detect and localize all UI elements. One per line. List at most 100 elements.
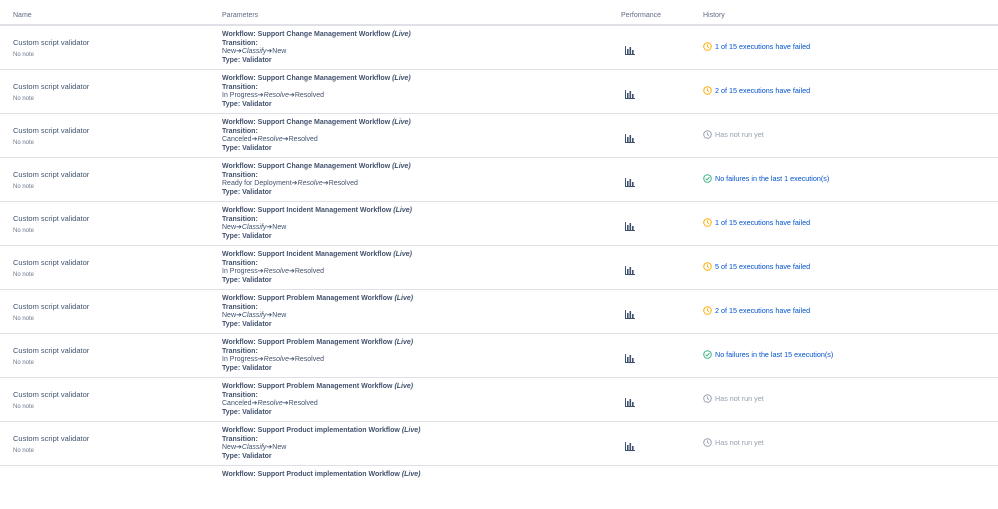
live-tag: (Live) [393, 251, 412, 258]
column-header-parameters: Parameters [222, 12, 259, 19]
rule-name: Custom script validator [13, 434, 90, 443]
live-tag: (Live) [394, 383, 414, 390]
transition-from: New [222, 48, 237, 56]
transition-path: Ready for Deployment➔Resolve➔Resolved [222, 180, 411, 189]
table-row: Custom script validator No note Workflow: … [0, 158, 998, 202]
rule-note: No note [13, 404, 35, 410]
history-text[interactable]: 1 of 15 executions have failed [715, 42, 810, 51]
transition-from: Ready for Deployment [222, 180, 292, 188]
transition-from: In Progress [222, 268, 258, 276]
history-text: Has not run yet [715, 130, 764, 139]
table-row: Custom script validator No note Workflow: … [0, 290, 998, 334]
rule-type: Type: Validator [222, 320, 272, 328]
history-status[interactable]: No failures in the last 15 execution(s) [703, 350, 833, 359]
table-row: Custom script validator No note Workflow: … [0, 422, 998, 466]
column-header-name[interactable]: Name [13, 12, 32, 19]
history-text: Has not run yet [715, 438, 764, 447]
history-text[interactable]: 5 of 15 executions have failed [715, 262, 810, 271]
transition-action: Resolve [263, 268, 289, 276]
live-tag: (Live) [401, 427, 421, 434]
live-tag: (Live) [394, 339, 414, 346]
rule-name: Custom script validator [13, 390, 90, 399]
column-header-history: History [703, 12, 725, 19]
rule-type: Type: Validator [222, 452, 272, 460]
history-status[interactable]: 5 of 15 executions have failed [703, 262, 810, 271]
parameters-cell: Workflow: Support Change Management Work… [222, 119, 411, 153]
table-header: Name Parameters Performance History [0, 0, 998, 26]
live-tag: (Live) [393, 207, 412, 214]
clock-icon [703, 394, 712, 403]
history-status[interactable]: No failures in the last 1 execution(s) [703, 174, 829, 183]
history-text[interactable]: No failures in the last 1 execution(s) [715, 174, 829, 183]
table-row: Custom script validator No note Workflow: … [0, 246, 998, 290]
rule-name: Custom script validator [13, 258, 90, 267]
transition-to: New [272, 444, 287, 452]
parameters-cell: Workflow: Support Problem Management Wor… [222, 295, 413, 329]
table-row-partial: Workflow: Support Product implementation… [0, 466, 998, 509]
table-row: Custom script validator No note Workflow: … [0, 378, 998, 422]
rule-note: No note [13, 360, 35, 366]
transition-label: Transition: [222, 391, 258, 399]
history-text[interactable]: 2 of 15 executions have failed [715, 306, 810, 315]
performance-chart-icon[interactable] [625, 394, 635, 407]
rule-note: No note [13, 228, 35, 234]
parameters-cell: Workflow: Support Problem Management Wor… [222, 339, 413, 373]
history-status[interactable]: 1 of 15 executions have failed [703, 42, 810, 51]
history-status[interactable]: 2 of 15 executions have failed [703, 306, 810, 315]
history-status[interactable]: 2 of 15 executions have failed [703, 86, 810, 95]
clock-warning-icon [703, 42, 712, 51]
rule-name: Custom script validator [13, 82, 90, 91]
workflow-name: Workflow: Support Change Management Work… [222, 119, 411, 126]
rule-note: No note [13, 140, 35, 146]
parameters-cell: Workflow: Support Incident Management Wo… [222, 207, 412, 241]
column-header-performance: Performance [621, 12, 662, 19]
transition-to: Resolved [294, 268, 325, 276]
workflow-name: Workflow: Support Incident Management Wo… [222, 251, 412, 258]
performance-chart-icon[interactable] [625, 86, 635, 99]
table-row: Custom script validator No note Workflow: … [0, 114, 998, 158]
transition-path: Canceled➔Resolve➔Resolved [222, 400, 413, 409]
performance-chart-icon[interactable] [625, 42, 635, 55]
rule-name: Custom script validator [13, 302, 90, 311]
history-status[interactable]: 1 of 15 executions have failed [703, 218, 810, 227]
transition-path: New➔Classify➔New [222, 312, 413, 321]
table-row: Custom script validator No note Workflow: … [0, 334, 998, 378]
performance-chart-icon[interactable] [625, 262, 635, 275]
transition-label: Transition: [222, 259, 258, 267]
transition-action: Resolve [263, 92, 289, 100]
transition-label: Transition: [222, 303, 258, 311]
performance-chart-icon[interactable] [625, 438, 635, 451]
history-text[interactable]: 2 of 15 executions have failed [715, 86, 810, 95]
performance-chart-icon[interactable] [625, 218, 635, 231]
transition-to: Resolved [288, 136, 318, 144]
performance-chart-icon[interactable] [625, 174, 635, 187]
transition-path: In Progress➔Resolve➔Resolved [222, 356, 413, 365]
transition-action: Resolve [257, 136, 283, 144]
table-row: Custom script validator No note Workflow: … [0, 70, 998, 114]
transition-to: New [272, 224, 287, 232]
performance-chart-icon[interactable] [625, 306, 635, 319]
performance-chart-icon[interactable] [625, 130, 635, 143]
rule-type: Type: Validator [222, 364, 272, 372]
transition-from: New [222, 224, 237, 232]
transition-label: Transition: [222, 215, 258, 223]
check-circle-icon [703, 174, 712, 183]
workflow-name: Workflow: Support Change Management Work… [222, 31, 411, 38]
workflow-name: Workflow: Support Change Management Work… [222, 75, 411, 82]
transition-path: New➔Classify➔New [222, 48, 411, 57]
rule-type: Type: Validator [222, 188, 272, 196]
rule-name: Custom script validator [13, 346, 90, 355]
validators-table: Name Parameters Performance History Cust… [0, 0, 998, 509]
rule-note: No note [13, 316, 35, 322]
workflow-name: Workflow: Support Product implementation… [222, 427, 421, 434]
rule-type: Type: Validator [222, 276, 272, 284]
transition-action: Classify [241, 48, 267, 56]
parameters-cell: Workflow: Support Change Management Work… [222, 31, 411, 65]
history-text[interactable]: 1 of 15 executions have failed [715, 218, 810, 227]
transition-label: Transition: [222, 435, 258, 443]
performance-chart-icon[interactable] [625, 350, 635, 363]
rule-note: No note [13, 448, 35, 454]
history-text[interactable]: No failures in the last 15 execution(s) [715, 350, 833, 359]
transition-from: Canceled [222, 400, 252, 408]
clock-warning-icon [703, 306, 712, 315]
